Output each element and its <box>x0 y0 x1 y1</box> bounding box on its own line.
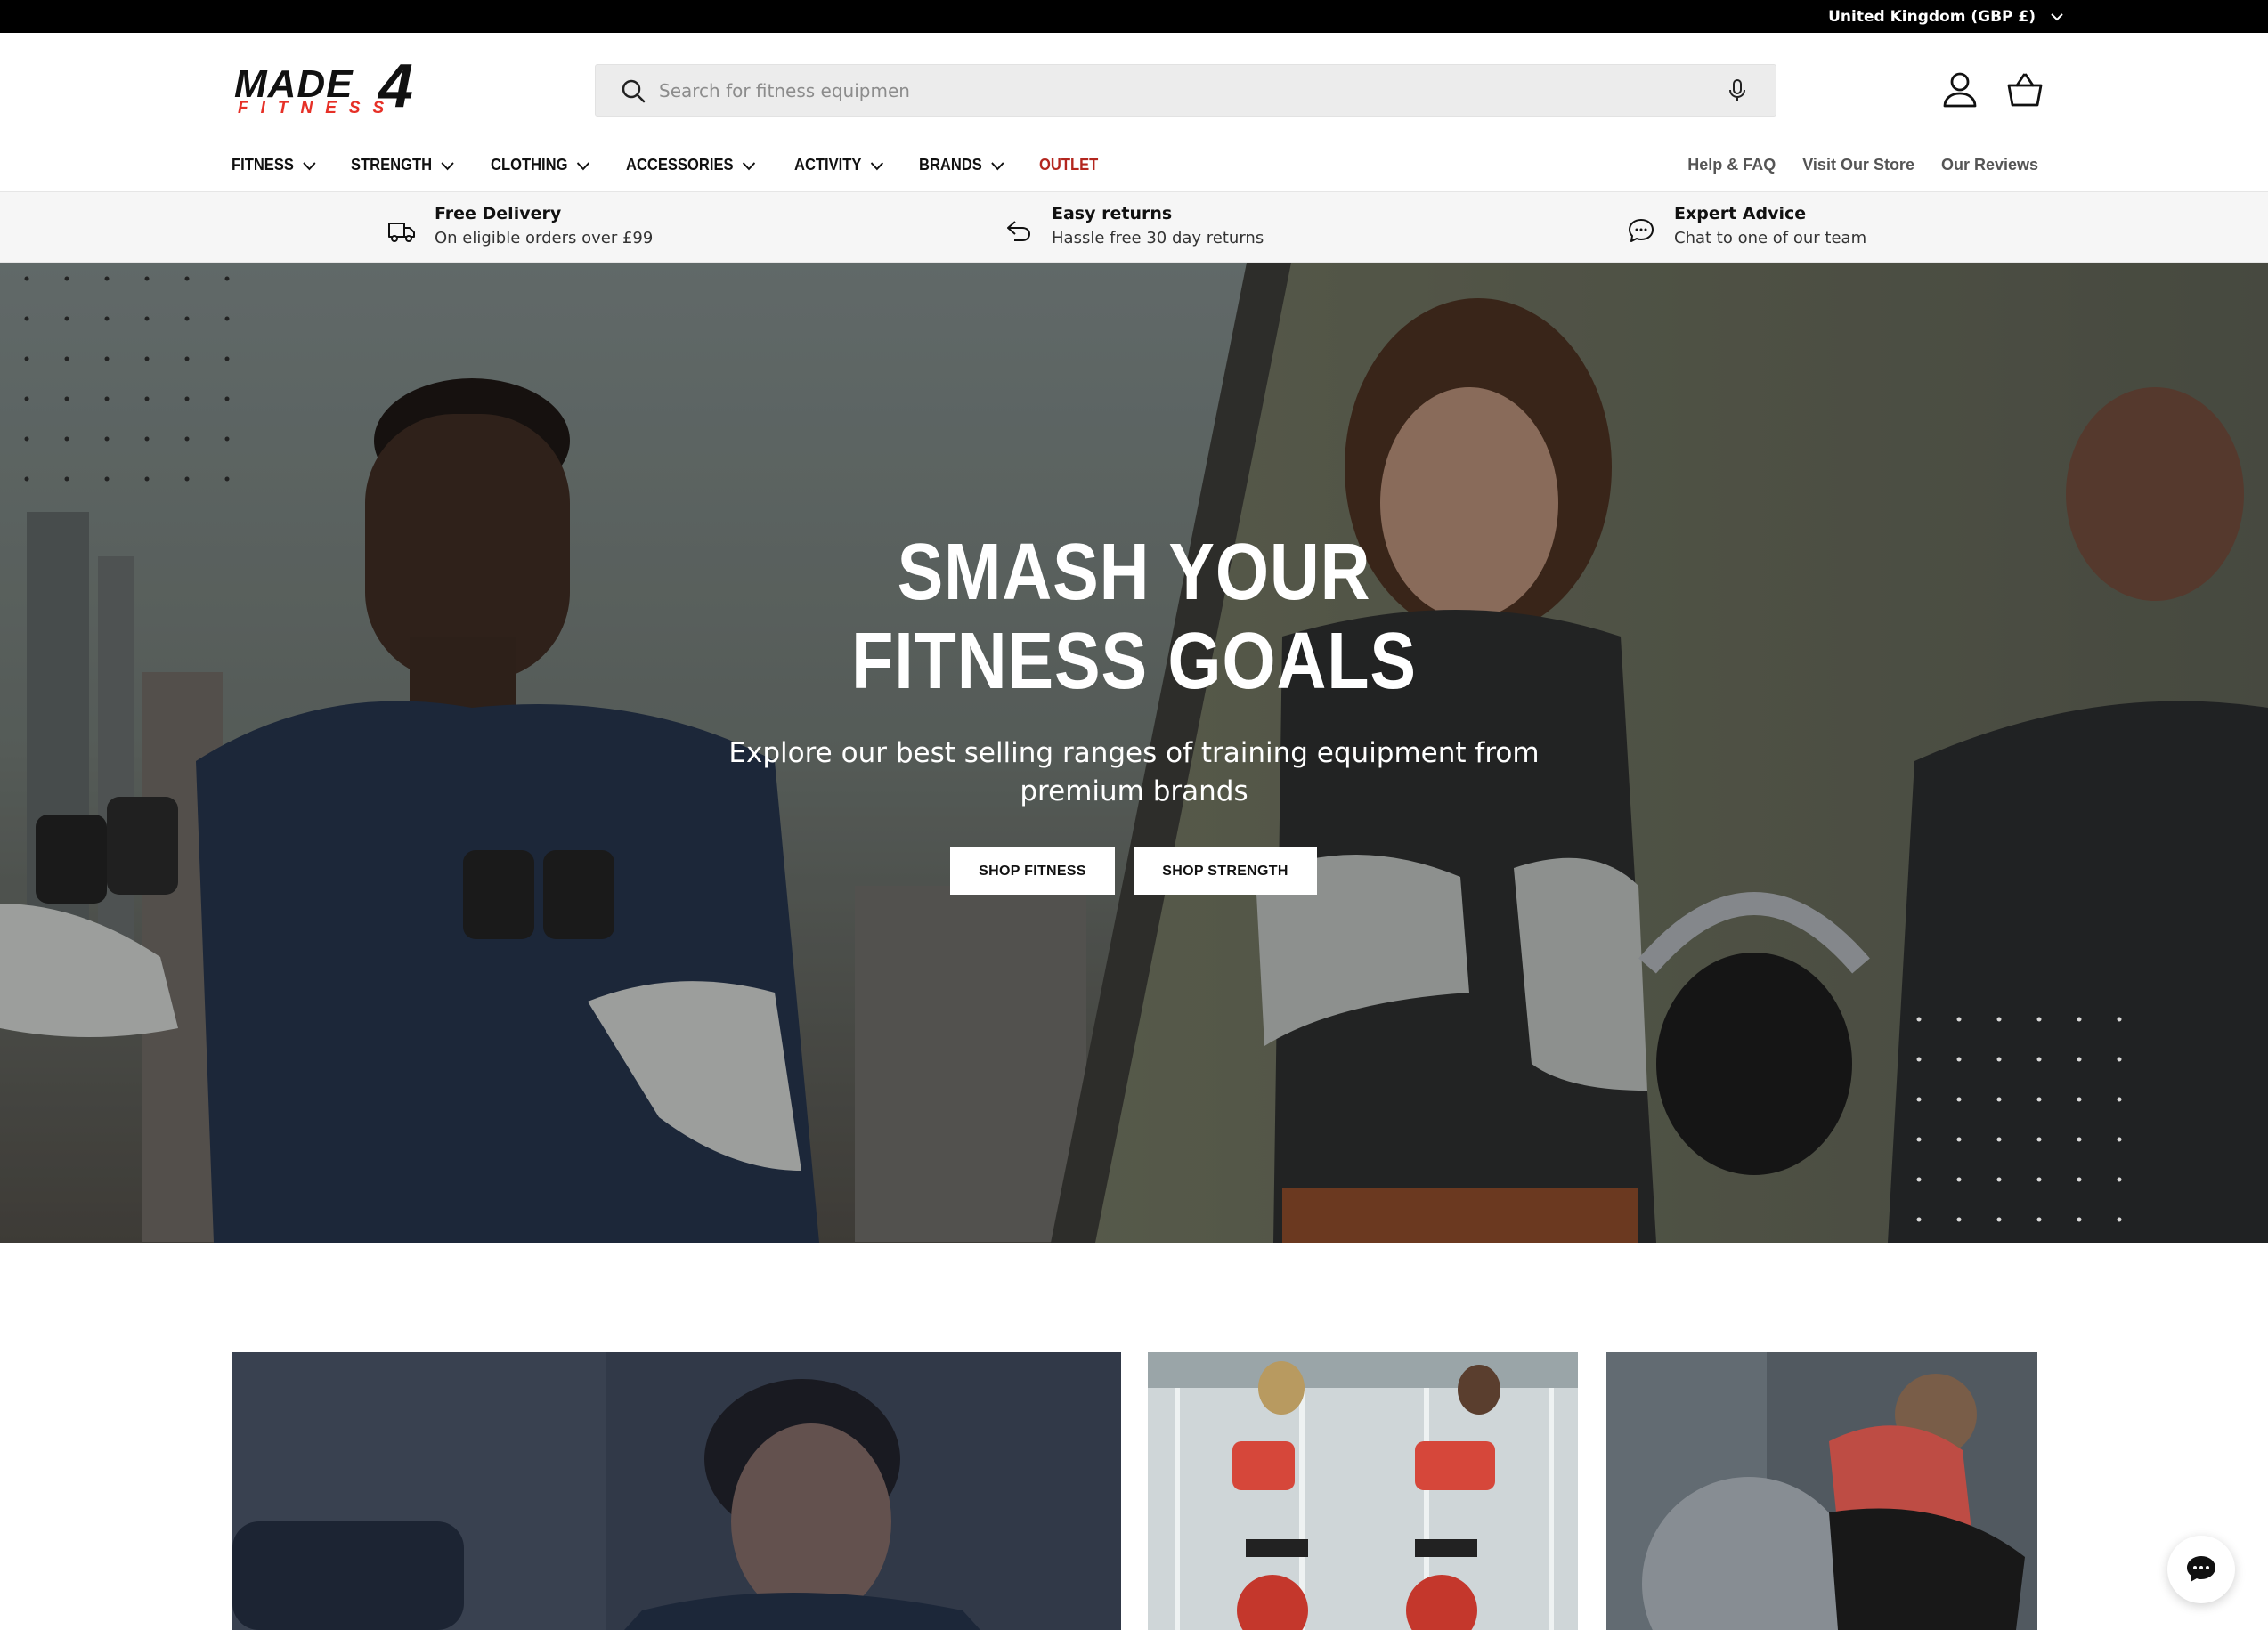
category-tile-bikes[interactable] <box>1148 1352 1578 1630</box>
live-chat-button[interactable] <box>2167 1536 2235 1603</box>
nav-item-outlet[interactable]: OUTLET <box>1039 156 1098 174</box>
nav-item-fitness[interactable]: FITNESS <box>232 156 317 174</box>
announcement-bar: United Kingdom (GBP £) <box>0 0 2268 33</box>
chevron-down-icon <box>870 161 884 170</box>
chevron-down-icon <box>576 161 590 170</box>
usp-subtitle: On eligible orders over £99 <box>435 229 654 247</box>
hero-buttons: SHOP FITNESS SHOP STRENGTH <box>950 847 1317 895</box>
reviews-link[interactable]: Our Reviews <box>1941 156 2038 174</box>
hero-title-line2: FITNESS GOALS <box>851 617 1417 706</box>
search-icon[interactable] <box>620 77 646 104</box>
chevron-down-icon <box>2051 12 2063 20</box>
country-selector[interactable]: United Kingdom (GBP £) <box>1828 0 2066 33</box>
usp-subtitle: Chat to one of our team <box>1674 229 1867 247</box>
chevron-down-icon <box>991 161 1004 170</box>
shop-fitness-button[interactable]: SHOP FITNESS <box>950 847 1115 895</box>
usp-free-delivery: Free Delivery On eligible orders over £99 <box>386 201 653 251</box>
hero-banner: SMASH YOUR FITNESS GOALS Explore our bes… <box>0 263 2268 1243</box>
delivery-truck-icon <box>388 223 415 242</box>
nav-item-label: ACCESSORIES <box>626 156 734 174</box>
main-navigation: FITNESS STRENGTH CLOTHING ACCESSORIES AC… <box>232 156 1130 174</box>
visit-store-link[interactable]: Visit Our Store <box>1802 156 1914 174</box>
chevron-down-icon <box>742 161 756 170</box>
shop-strength-button[interactable]: SHOP STRENGTH <box>1134 847 1317 895</box>
site-header: MADE 4 FITNESS FITNESS STRENGTH CLOTHING… <box>0 33 2268 191</box>
category-tile-image <box>1148 1352 1578 1630</box>
nav-item-label: FITNESS <box>232 156 294 174</box>
logo-subtitle: FITNESS <box>238 99 397 118</box>
hero-subtitle: Explore our best selling ranges of train… <box>728 737 1540 807</box>
category-tile-balls[interactable] <box>1606 1352 2037 1630</box>
usp-title: Free Delivery <box>435 204 562 223</box>
usp-title: Easy returns <box>1052 204 1173 223</box>
country-selector-label: United Kingdom (GBP £) <box>1828 7 2036 26</box>
nav-item-label: ACTIVITY <box>794 156 862 174</box>
chevron-down-icon <box>303 161 316 170</box>
nav-item-activity[interactable]: ACTIVITY <box>794 156 884 174</box>
hero-title-line1: SMASH YOUR <box>897 528 1371 617</box>
nav-item-accessories[interactable]: ACCESSORIES <box>626 156 756 174</box>
chat-icon <box>2187 1556 2215 1582</box>
usp-expert-advice: Expert Advice Chat to one of our team <box>1626 201 1866 251</box>
search-bar <box>595 64 1776 117</box>
category-tile-image <box>1606 1352 2037 1630</box>
usp-subtitle: Hassle free 30 day returns <box>1052 229 1264 247</box>
nav-item-strength[interactable]: STRENGTH <box>351 156 455 174</box>
chevron-down-icon <box>441 161 454 170</box>
hero-title: SMASH YOUR FITNESS GOALS <box>159 528 2109 706</box>
nav-item-label: BRANDS <box>919 156 982 174</box>
site-logo[interactable]: MADE 4 FITNESS <box>234 54 439 118</box>
nav-item-label: STRENGTH <box>351 156 433 174</box>
category-tile-image <box>232 1352 1121 1630</box>
nav-item-brands[interactable]: BRANDS <box>919 156 1005 174</box>
nav-item-clothing[interactable]: CLOTHING <box>491 156 590 174</box>
help-faq-link[interactable]: Help & FAQ <box>1687 156 1776 174</box>
search-input[interactable] <box>659 79 1726 101</box>
account-icon[interactable] <box>1942 71 1978 109</box>
usp-easy-returns: Easy returns Hassle free 30 day returns <box>1004 201 1264 251</box>
microphone-icon[interactable] <box>1726 77 1749 104</box>
nav-item-label: OUTLET <box>1039 156 1099 174</box>
basket-icon[interactable] <box>2006 71 2044 109</box>
return-arrow-icon <box>1007 221 1031 241</box>
nav-item-label: CLOTHING <box>491 156 568 174</box>
utility-links: Help & FAQ Visit Our Store Our Reviews <box>1687 156 2038 174</box>
chat-bubble-icon <box>1629 219 1654 242</box>
category-tile-strength[interactable] <box>232 1352 1121 1630</box>
usp-bar: Free Delivery On eligible orders over £99… <box>0 191 2268 263</box>
usp-title: Expert Advice <box>1674 204 1807 223</box>
